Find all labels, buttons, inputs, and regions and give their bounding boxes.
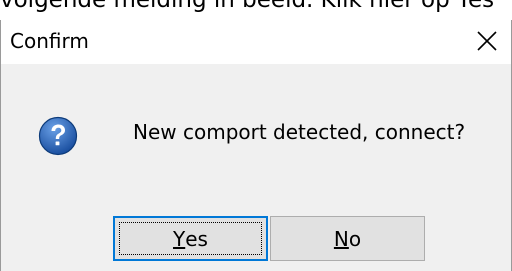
dialog-titlebar[interactable]: Confirm <box>1 20 511 64</box>
dialog-title: Confirm <box>10 29 89 53</box>
document-text-partial: volgende melding in beeld. Klik hier op … <box>0 0 495 13</box>
question-icon <box>38 116 78 156</box>
dialog-body: New comport detected, connect? Yes No <box>1 64 511 271</box>
close-button[interactable] <box>473 27 501 55</box>
confirm-dialog: Confirm New comport detected, connect? Y… <box>0 20 512 271</box>
no-button[interactable]: No <box>270 216 425 261</box>
close-icon <box>477 31 497 51</box>
yes-button[interactable]: Yes <box>113 216 268 261</box>
focus-ring <box>119 222 262 255</box>
no-button-mnemonic: N <box>333 226 349 251</box>
dialog-message: New comport detected, connect? <box>133 120 466 144</box>
no-button-label-rest: o <box>348 226 362 251</box>
